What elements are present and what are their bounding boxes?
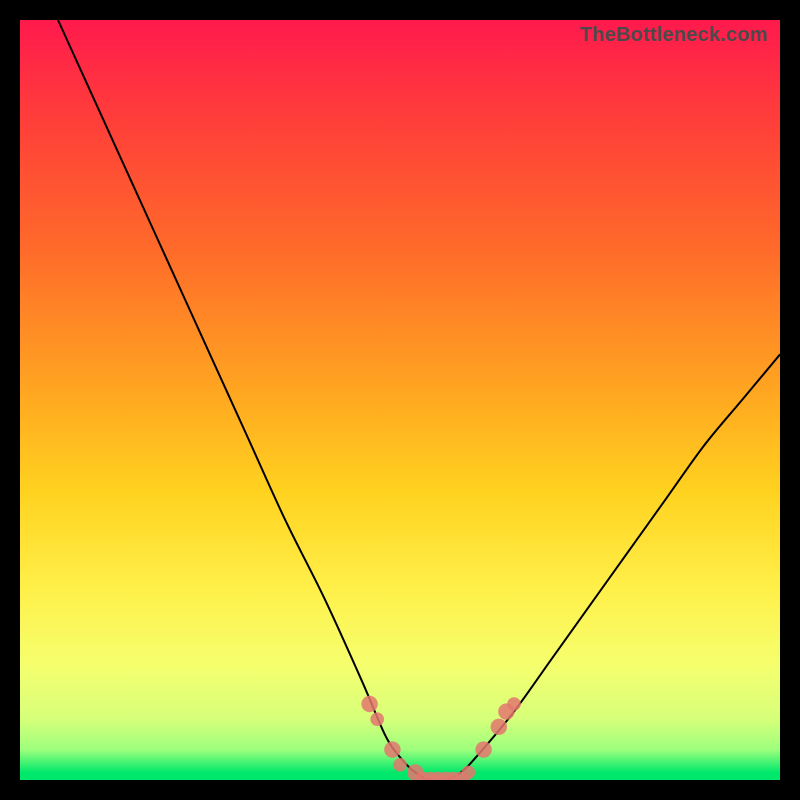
outer-frame: TheBottleneck.com	[0, 0, 800, 800]
curve-marker	[462, 766, 476, 780]
plot-area: TheBottleneck.com	[20, 20, 780, 780]
curve-marker	[370, 712, 384, 726]
curve-marker	[361, 696, 377, 712]
curve-markers	[361, 696, 520, 780]
curve-marker	[393, 758, 407, 772]
curve-marker	[507, 697, 521, 711]
curve-marker	[475, 741, 491, 757]
bottleneck-curve	[58, 20, 780, 780]
chart-svg	[20, 20, 780, 780]
curve-marker	[491, 719, 507, 735]
curve-marker	[384, 741, 400, 757]
